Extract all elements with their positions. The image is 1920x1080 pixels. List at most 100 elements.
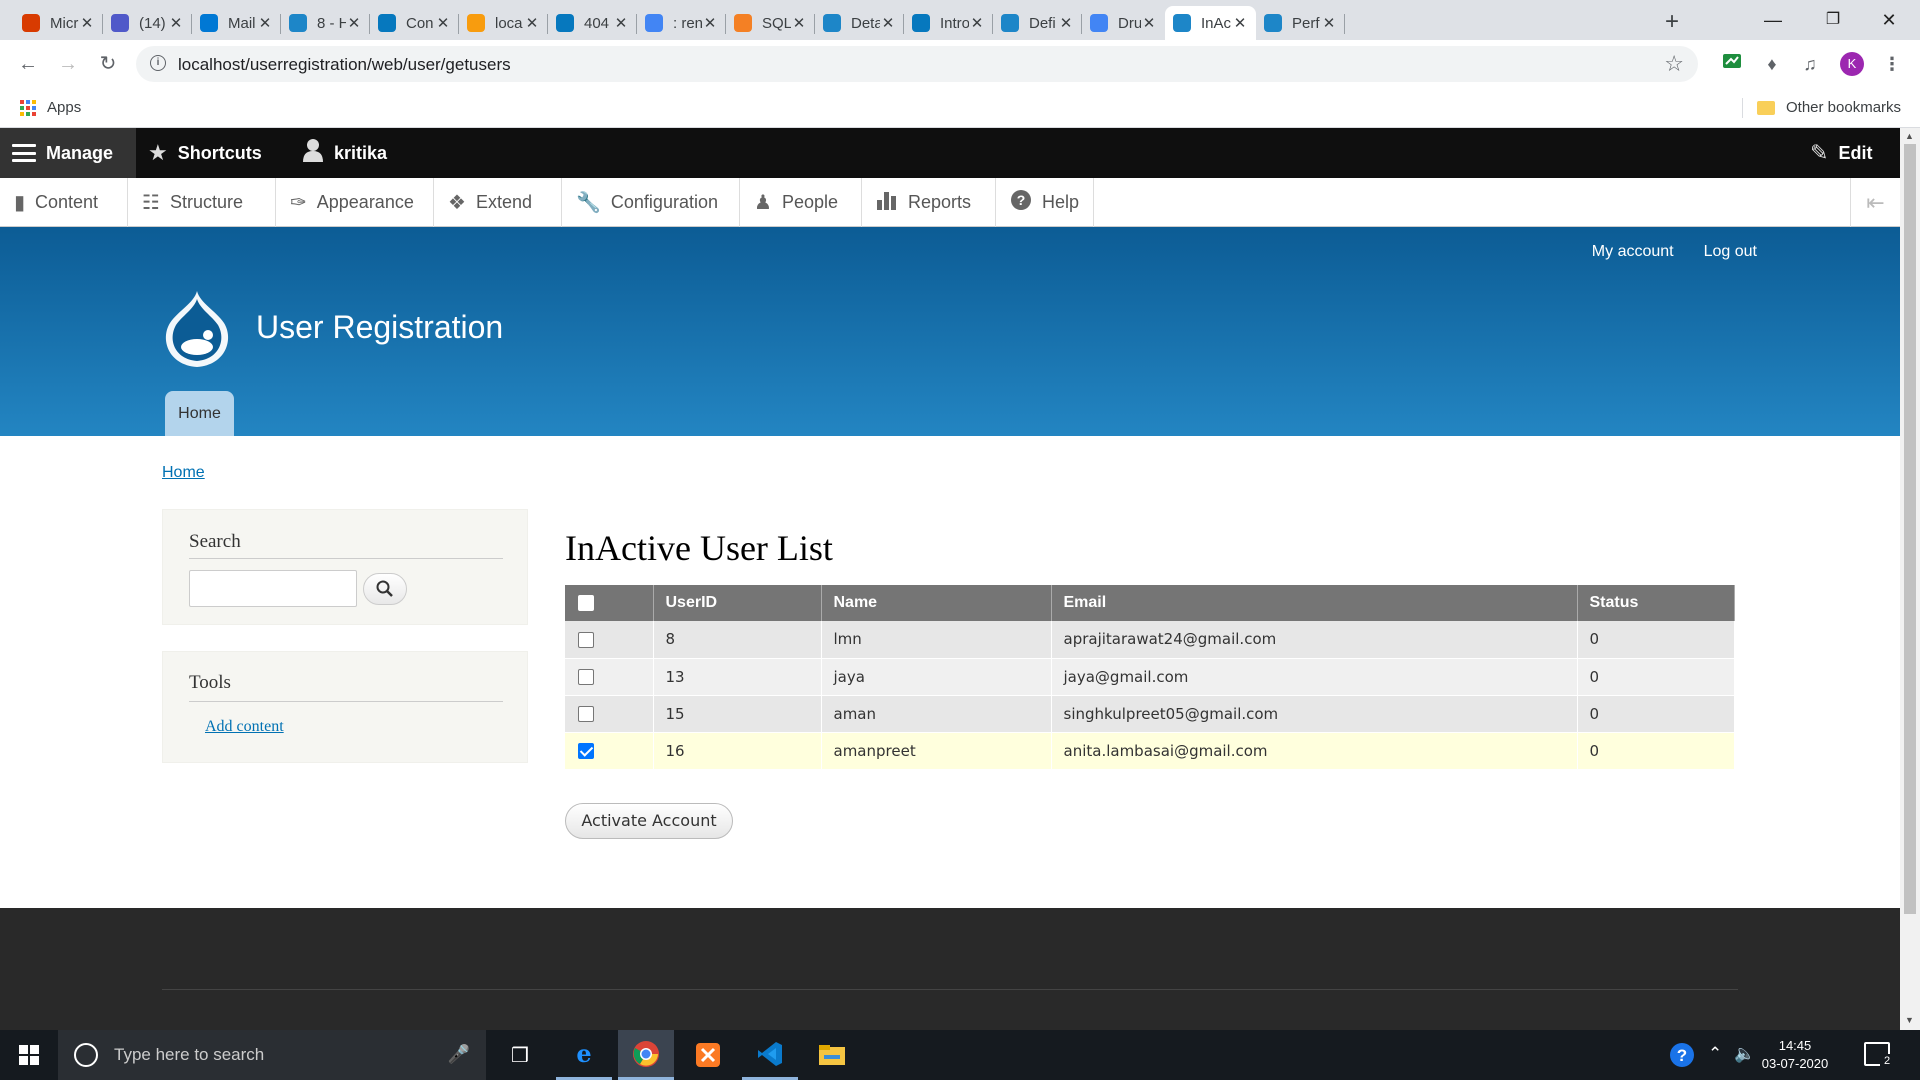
row-checkbox[interactable] [578,743,594,759]
browser-tab[interactable]: loca ✕ [459,6,548,40]
close-tab-icon[interactable]: ✕ [969,14,985,32]
extension-icon[interactable] [1720,52,1744,76]
browser-tab[interactable]: Deta ✕ [815,6,904,40]
close-tab-icon[interactable]: ✕ [1141,14,1157,32]
menu-kebab-icon[interactable]: ⋮ [1880,52,1904,76]
table-row[interactable]: 15 aman singhkulpreet05@gmail.com 0 [565,695,1735,733]
row-checkbox[interactable] [578,631,594,648]
help-tray-icon[interactable]: ? [1668,1041,1696,1074]
menu-extend[interactable]: ❖ Extend [434,178,562,227]
other-bookmarks[interactable]: Other bookmarks [1786,99,1901,116]
browser-tab[interactable]: SQL ✕ [726,6,815,40]
menu-appearance[interactable]: ✑ Appearance [276,178,434,227]
user-tab[interactable]: kritika [302,128,387,178]
table-row[interactable]: 16 amanpreet anita.lambasai@gmail.com 0 [565,732,1735,770]
url-text[interactable]: localhost/userregistration/web/user/getu… [178,55,511,75]
browser-tab[interactable]: Drup✕ [1082,6,1165,40]
close-tab-icon[interactable]: ✕ [257,14,273,32]
log-out-link[interactable]: Log out [1704,243,1757,261]
search-input[interactable] [189,570,357,607]
close-tab-icon[interactable]: ✕ [702,14,718,32]
chevron-up-icon[interactable]: ⌃ [1708,1044,1722,1064]
edge-icon[interactable]: e [556,1030,612,1080]
breadcrumb[interactable]: Home [162,464,205,482]
close-tab-icon[interactable]: ✕ [168,14,184,32]
xampp-icon[interactable] [680,1030,736,1080]
media-control-icon[interactable]: ♫ [1798,52,1822,76]
primary-menu-home[interactable]: Home [165,391,234,436]
browser-tab[interactable]: 8 - H ✕ [281,6,370,40]
taskbar-clock[interactable]: 14:45 03-07-2020 [1752,1037,1838,1073]
task-view-icon[interactable]: ❒ [492,1030,548,1080]
manage-tab[interactable]: Manage [0,128,136,178]
file-explorer-icon[interactable] [804,1030,860,1080]
search-button[interactable] [363,573,407,605]
browser-tab[interactable]: 404 ✕ [548,6,637,40]
table-row[interactable]: 8 lmn aprajitarawat24@gmail.com 0 [565,621,1735,659]
back-icon[interactable]: ← [14,50,42,78]
scroll-down-icon[interactable]: ▼ [1905,1015,1914,1025]
close-tab-icon[interactable]: ✕ [346,14,362,32]
drupal-logo-icon[interactable] [160,289,234,369]
vscode-icon[interactable] [742,1030,798,1080]
close-tab-icon[interactable]: ✕ [880,14,896,32]
reload-icon[interactable]: ↻ [94,50,122,78]
activate-account-button[interactable]: Activate Account [565,803,733,839]
minimize-button[interactable]: — [1750,4,1796,36]
row-checkbox[interactable] [578,706,594,722]
browser-tab[interactable]: Mail ✕ [192,6,281,40]
shortcuts-tab[interactable]: ★ Shortcuts [148,128,262,178]
browser-tab[interactable]: (14) ✕ [103,6,192,40]
menu-structure[interactable]: ☷ Structure [128,178,276,227]
menu-content[interactable]: ▮ Content [0,178,128,227]
edit-tab[interactable]: ✎ Edit [1810,128,1872,178]
page-scrollbar[interactable]: ▲ ▼ [1900,128,1920,1030]
row-checkbox[interactable] [578,669,594,685]
scroll-up-icon[interactable]: ▲ [1905,131,1914,141]
browser-tab[interactable]: Perf ✕ [1256,6,1345,40]
site-info-icon[interactable]: i [150,55,166,71]
close-tab-icon[interactable]: ✕ [613,14,629,32]
close-tab-icon[interactable]: ✕ [79,14,95,32]
admin-toolbar: Manage ★ Shortcuts kritika ✎ Edit [0,128,1900,178]
close-tab-icon[interactable]: ✕ [1058,14,1074,32]
chrome-icon[interactable] [618,1030,674,1080]
scroll-thumb[interactable] [1904,144,1916,914]
close-tab-icon[interactable]: ✕ [435,14,451,32]
browser-tab[interactable]: InAc ✕ [1165,6,1256,40]
apps-shortcut[interactable]: Apps [47,99,81,116]
menu-people[interactable]: ♟ People [740,178,862,227]
select-all-checkbox[interactable] [578,594,594,611]
close-tab-icon[interactable]: ✕ [524,14,540,32]
table-row[interactable]: 13 jaya jaya@gmail.com 0 [565,658,1735,696]
menu-help[interactable]: ? Help [996,178,1094,227]
block-divider [189,558,503,559]
add-content-link[interactable]: Add content [205,718,284,736]
extensions-puzzle-icon[interactable]: ♦ [1760,52,1784,76]
close-tab-icon[interactable]: ✕ [1232,14,1248,32]
browser-tab[interactable]: Micr ✕ [14,6,103,40]
browser-tab-strip: Micr ✕ (14) ✕ Mail ✕ 8 - H ✕ Con ✕ loca ✕ 404 ✕: ren ✕… [0,0,1920,40]
menu-reports[interactable]: Reports [862,178,996,227]
new-tab-button[interactable]: + [1658,8,1686,36]
browser-tab[interactable]: Con ✕ [370,6,459,40]
browser-tab[interactable]: : ren ✕ [637,6,726,40]
forward-icon[interactable]: → [54,50,82,78]
omnibox[interactable]: i localhost/userregistration/web/user/ge… [136,46,1698,82]
browser-tab[interactable]: Defi ✕ [993,6,1082,40]
menu-configuration[interactable]: 🔧 Configuration [562,178,740,227]
close-window-button[interactable]: ✕ [1866,4,1912,36]
site-name[interactable]: User Registration [256,309,503,346]
my-account-link[interactable]: My account [1592,243,1674,261]
tray-orientation-toggle[interactable]: ⇤ [1850,178,1900,227]
microphone-icon[interactable]: 🎤 [448,1044,470,1065]
browser-tab[interactable]: Intro ✕ [904,6,993,40]
taskbar-search[interactable]: Type here to search 🎤 [58,1030,486,1080]
restore-button[interactable]: ❐ [1810,4,1856,36]
start-button[interactable] [0,1030,58,1080]
profile-avatar[interactable]: K [1840,52,1864,76]
close-tab-icon[interactable]: ✕ [791,14,807,32]
apps-grid-icon[interactable] [20,100,36,116]
bookmark-star-icon[interactable]: ☆ [1664,51,1684,77]
close-tab-icon[interactable]: ✕ [1321,14,1337,32]
